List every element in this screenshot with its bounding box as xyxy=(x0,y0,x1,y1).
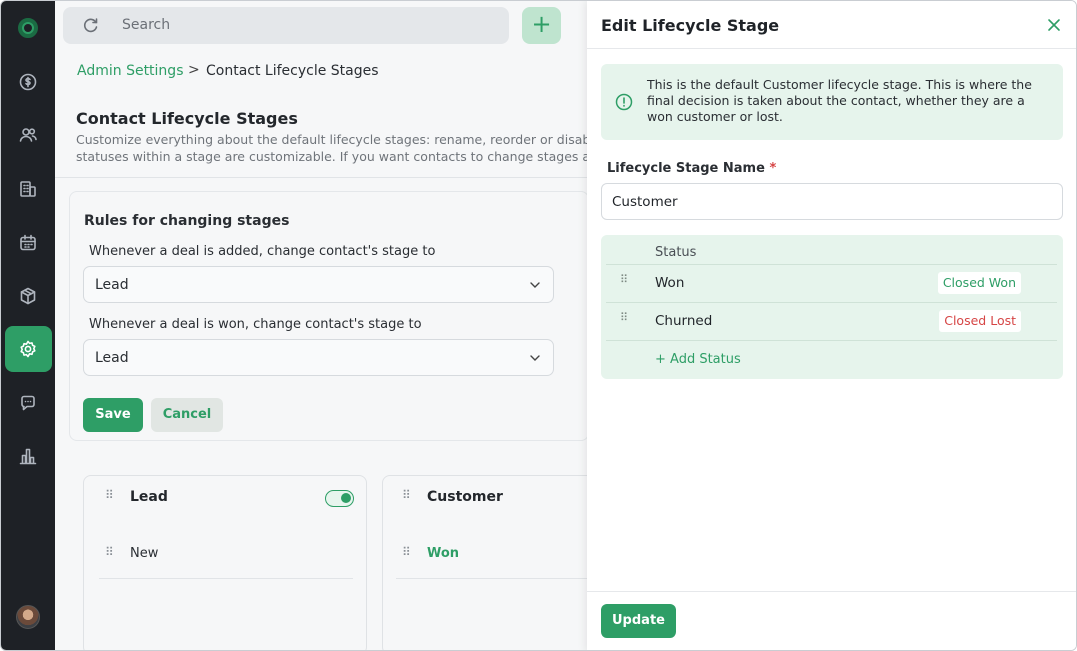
deals-icon[interactable] xyxy=(15,69,41,95)
rules-title: Rules for changing stages xyxy=(84,213,290,229)
cancel-button[interactable]: Cancel xyxy=(151,398,223,432)
search-bar[interactable]: Search xyxy=(63,7,509,44)
status-type-badge[interactable]: Closed Lost xyxy=(939,310,1021,332)
drag-handle-icon[interactable]: ⠿ xyxy=(105,489,115,506)
drawer-title: Edit Lifecycle Stage xyxy=(601,16,780,35)
info-banner: This is the default Customer lifecycle s… xyxy=(601,64,1063,140)
chat-icon[interactable] xyxy=(15,390,41,416)
status-row[interactable]: ⠿ Churned Closed Lost xyxy=(606,303,1057,340)
select-value: Lead xyxy=(95,277,129,293)
divider xyxy=(55,177,595,178)
calendar-icon[interactable] xyxy=(15,230,41,256)
rule-deal-added-select[interactable]: Lead xyxy=(83,266,554,303)
status-list: Status ⠿ Won Closed Won ⠿ Churned Closed… xyxy=(601,235,1063,379)
info-icon xyxy=(615,93,633,111)
status-row[interactable]: ⠿ Won Closed Won xyxy=(606,265,1057,302)
rule-deal-added-label: Whenever a deal is added, change contact… xyxy=(89,244,436,259)
stage-name: Customer xyxy=(427,489,503,505)
breadcrumb-admin-settings[interactable]: Admin Settings xyxy=(77,63,184,79)
contacts-icon[interactable] xyxy=(15,122,41,148)
companies-icon[interactable] xyxy=(15,176,41,202)
add-button[interactable]: + xyxy=(522,7,561,44)
breadcrumb-separator: > xyxy=(188,62,200,78)
close-icon[interactable] xyxy=(1046,17,1062,33)
reports-icon[interactable] xyxy=(15,443,41,469)
add-status-link[interactable]: + Add Status xyxy=(655,352,741,367)
drag-handle-icon[interactable]: ⠿ xyxy=(620,274,629,285)
status-header: Status xyxy=(655,245,697,260)
update-button[interactable]: Update xyxy=(601,604,676,638)
save-button[interactable]: Save xyxy=(83,398,143,432)
drag-handle-icon[interactable]: ⠿ xyxy=(105,546,115,563)
stage-card-lead[interactable] xyxy=(83,475,367,650)
settings-icon[interactable] xyxy=(15,336,41,362)
sidebar xyxy=(1,1,55,650)
user-avatar[interactable] xyxy=(16,605,40,629)
divider xyxy=(587,591,1076,592)
edit-lifecycle-drawer: Edit Lifecycle Stage This is the default… xyxy=(587,1,1076,650)
stage-name-input[interactable] xyxy=(601,183,1063,220)
divider xyxy=(587,48,1076,49)
divider xyxy=(99,578,353,579)
info-text: This is the default Customer lifecycle s… xyxy=(647,77,1032,124)
drag-handle-icon[interactable]: ⠿ xyxy=(402,546,412,563)
rule-deal-won-label: Whenever a deal is won, change contact's… xyxy=(89,317,422,332)
products-icon[interactable] xyxy=(15,283,41,309)
status-type-badge[interactable]: Closed Won xyxy=(937,272,1021,294)
stage-status-item: New xyxy=(130,546,159,561)
rule-deal-won-select[interactable]: Lead xyxy=(83,339,554,376)
stage-status-item: Won xyxy=(427,546,460,561)
stage-name: Lead xyxy=(130,489,168,505)
drag-handle-icon[interactable]: ⠿ xyxy=(620,312,629,323)
drag-handle-icon[interactable]: ⠿ xyxy=(402,489,412,506)
divider xyxy=(606,340,1057,341)
page-description: Customize everything about the default l… xyxy=(76,132,596,164)
search-icon xyxy=(83,18,98,33)
stage-name-label: Lifecycle Stage Name * xyxy=(607,161,777,176)
app-logo[interactable] xyxy=(18,18,38,38)
required-mark: * xyxy=(769,161,777,176)
stage-enabled-toggle[interactable] xyxy=(325,490,354,507)
status-name: Won xyxy=(655,275,685,291)
chevron-down-icon xyxy=(530,282,540,288)
chevron-down-icon xyxy=(530,355,540,361)
page-title: Contact Lifecycle Stages xyxy=(76,109,298,128)
breadcrumb-current: Contact Lifecycle Stages xyxy=(206,63,379,79)
select-value: Lead xyxy=(95,350,129,366)
status-name: Churned xyxy=(655,313,713,329)
search-placeholder: Search xyxy=(122,17,171,33)
